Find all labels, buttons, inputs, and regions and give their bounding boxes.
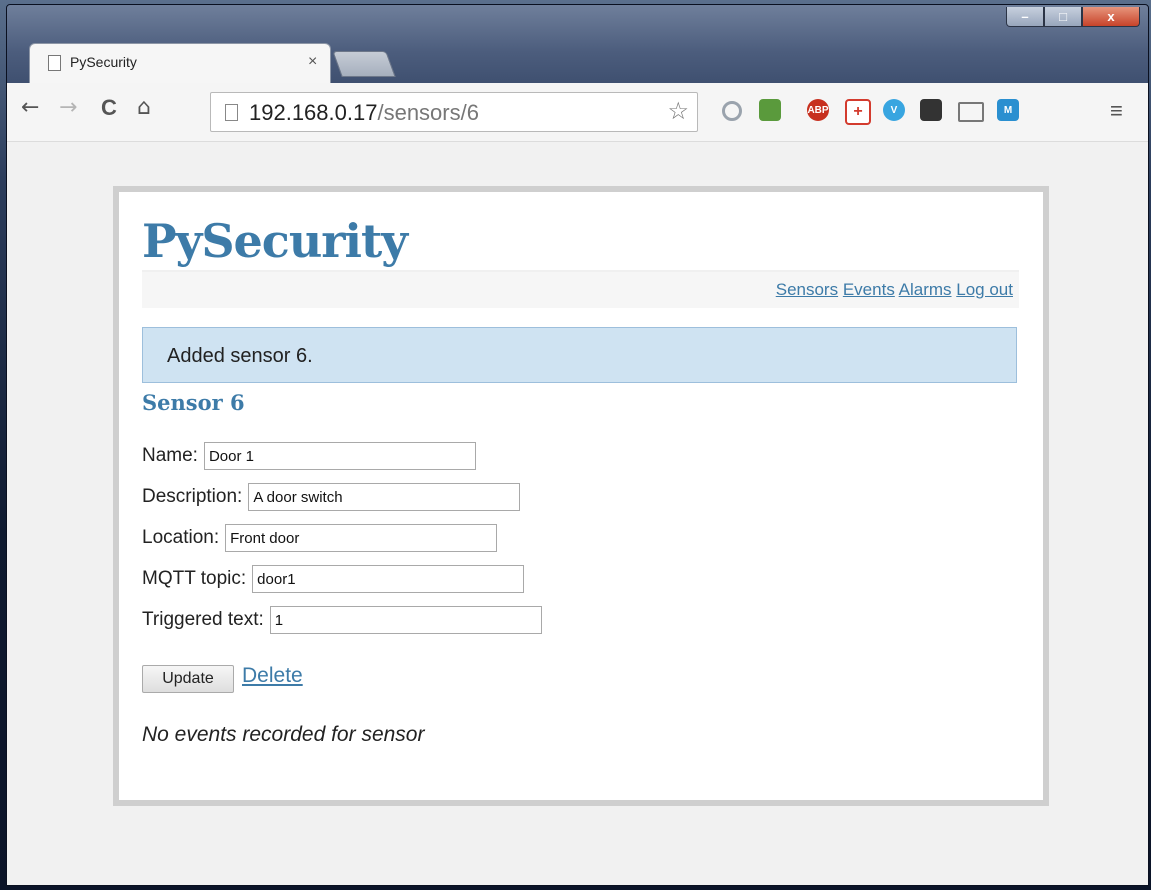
evernote-extension-icon[interactable] [759,99,781,121]
plus-extension-icon[interactable]: + [845,99,871,125]
bookmark-star-icon[interactable]: ☆ [667,97,689,126]
nav-link-events[interactable]: Events [843,280,895,299]
browser-window: – □ x PySecurity × ← → C ⌂ 192.168.0.17/… [6,4,1149,886]
description-label: Description: [142,486,243,507]
location-field[interactable] [225,524,498,552]
reload-icon[interactable]: C [101,97,117,119]
location-row: Location: [142,524,498,552]
cast-icon[interactable] [958,102,984,122]
triggered-text-field[interactable] [269,606,542,634]
home-icon[interactable]: ⌂ [137,97,151,119]
page-viewport: PySecurity Sensors Events Alarms Log out… [7,142,1148,885]
description-row: Description: [142,483,521,511]
name-field[interactable] [203,442,476,470]
forward-icon[interactable]: → [59,97,77,119]
window-controls: – □ x [1006,7,1140,27]
name-label: Name: [142,445,198,466]
page-icon [48,55,61,71]
browser-toolbar: ← → C ⌂ 192.168.0.17/sensors/6 ☆ ABP + V M … [7,83,1148,142]
description-field[interactable] [248,483,521,511]
triggered-text-row: Triggered text: [142,606,542,634]
page-icon [225,104,238,121]
tab-title: PySecurity [70,54,137,70]
page-container: PySecurity Sensors Events Alarms Log out… [113,186,1049,806]
site-nav: Sensors Events Alarms Log out [142,272,1019,308]
site-header: PySecurity [142,212,1019,272]
flash-message: Added sensor 6. [142,327,1017,383]
m-extension-icon[interactable]: M [997,99,1019,121]
close-window-button[interactable]: x [1082,7,1140,27]
mqtt-topic-field[interactable] [252,565,525,593]
title-bar: – □ x PySecurity × [7,5,1148,84]
nav-link-sensors[interactable]: Sensors [776,280,838,299]
url-text: 192.168.0.17/sensors/6 [249,100,479,125]
browser-tab[interactable]: PySecurity × [29,43,331,84]
address-bar[interactable]: 192.168.0.17/sensors/6 ☆ [210,92,698,132]
film-extension-icon[interactable] [920,99,942,121]
mqtt-topic-label: MQTT topic: [142,568,247,589]
page-title: Sensor 6 [142,390,245,415]
back-icon[interactable]: ← [21,97,39,119]
nav-link-logout[interactable]: Log out [956,280,1013,299]
chrome-menu-icon[interactable]: ≡ [1110,98,1123,124]
location-label: Location: [142,527,220,548]
vimeo-extension-icon[interactable]: V [883,99,905,121]
maximize-button[interactable]: □ [1044,7,1082,27]
site-title: PySecurity [142,214,408,268]
no-events-message: No events recorded for sensor [142,723,425,746]
minimize-button[interactable]: – [1006,7,1044,27]
search-extension-icon[interactable] [722,101,742,121]
delete-link[interactable]: Delete [242,664,303,688]
tab-close-icon[interactable]: × [308,53,317,71]
new-tab-button[interactable] [332,51,396,77]
name-row: Name: [142,442,476,470]
mqtt-topic-row: MQTT topic: [142,565,525,593]
adblock-plus-icon[interactable]: ABP [807,99,829,121]
update-button[interactable]: Update [142,665,234,693]
triggered-text-label: Triggered text: [142,609,264,630]
nav-link-alarms[interactable]: Alarms [899,280,952,299]
